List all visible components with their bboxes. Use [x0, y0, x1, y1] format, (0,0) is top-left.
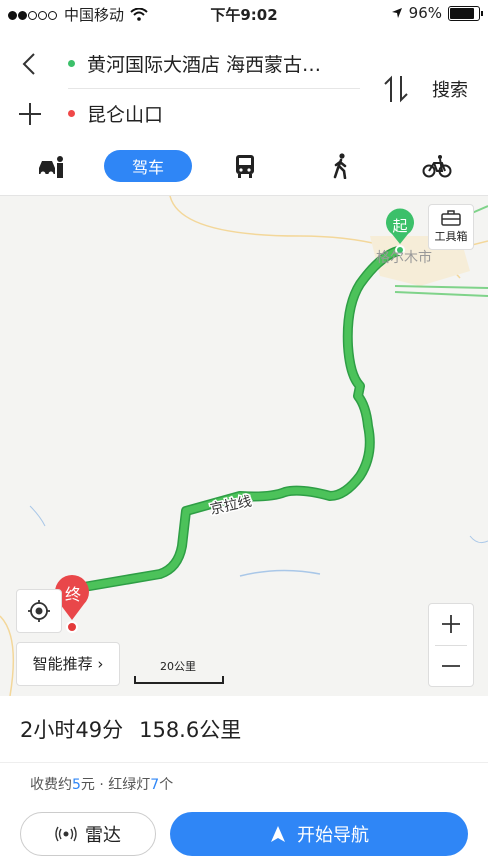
zoom-in-icon[interactable] [429, 604, 473, 644]
back-icon[interactable] [18, 52, 42, 76]
map-scale: 20公里 [134, 658, 224, 686]
chevron-right-icon: › [97, 655, 104, 673]
bus-icon [236, 155, 254, 178]
taxi-icon [39, 156, 63, 178]
locate-button[interactable] [16, 589, 62, 633]
lights-value: 7 [150, 777, 160, 793]
radar-label: 雷达 [85, 825, 121, 846]
map-canvas: 起 终 格尔木市 京拉线 [0, 196, 488, 696]
travel-mode-tabs: 驾车 [0, 144, 488, 192]
road-label: 京拉线 [209, 494, 253, 518]
end-dot-icon [68, 110, 75, 117]
end-marker-label: 终 [65, 585, 81, 604]
end-point-field[interactable]: 昆仑山口 [68, 100, 163, 127]
scale-bar [134, 676, 224, 684]
search-button[interactable]: 搜索 [432, 76, 468, 102]
toolbox-icon [441, 210, 461, 226]
route-info: 2小时49分 158.6公里 [20, 714, 241, 744]
toolbox-label: 工具箱 [434, 230, 468, 243]
fee-unit: 元 [80, 777, 95, 793]
start-point-field[interactable]: 黄河国际大酒店 海西蒙古… [68, 50, 321, 77]
smart-recommend-button[interactable]: 智能推荐 › [16, 642, 120, 686]
drive-mode-tab[interactable]: 驾车 [104, 150, 192, 182]
radar-icon [55, 826, 77, 842]
walk-icon [333, 153, 347, 179]
battery-icon [448, 5, 483, 21]
zoom-out-icon[interactable] [429, 646, 473, 686]
location-arrow-icon [391, 8, 402, 18]
city-label: 格尔木市 [376, 249, 432, 266]
add-waypoint-icon[interactable] [16, 100, 44, 128]
start-dot-icon [68, 60, 75, 67]
lights-prefix: 红绿灯 [108, 777, 151, 793]
start-navigation-button[interactable]: 开始导航 [170, 812, 468, 856]
route-summary-panel: 2小时49分 158.6公里 收费约5元 · 红绿灯7个 雷达 开始导航 [0, 696, 488, 868]
fee-value: 5 [72, 777, 81, 793]
radar-button[interactable]: 雷达 [20, 812, 156, 856]
toolbox-button[interactable]: 工具箱 [428, 204, 474, 250]
scale-label: 20公里 [160, 660, 196, 673]
end-point-text: 昆仑山口 [87, 104, 164, 126]
fee-info: 收费约5元 · 红绿灯7个 [30, 774, 173, 794]
navigation-arrow-icon [271, 826, 285, 842]
fee-prefix: 收费约 [30, 777, 72, 793]
status-bar: 中国移动 下午9:02 96% [0, 0, 488, 28]
divider [0, 762, 488, 763]
duration: 2小时49分 [20, 718, 124, 742]
start-point-text: 黄河国际大酒店 海西蒙古… [87, 54, 322, 76]
distance: 158.6公里 [139, 718, 242, 742]
battery-percent: 96% [408, 4, 442, 22]
locate-icon [28, 600, 50, 622]
taxi-mode-tab[interactable] [36, 150, 66, 182]
swap-icon[interactable] [382, 74, 410, 104]
zoom-control [428, 603, 474, 687]
route-line [68, 247, 402, 593]
smart-recommend-label: 智能推荐 [32, 655, 93, 673]
lights-unit: 个 [159, 777, 174, 793]
bike-mode-tab[interactable] [420, 150, 454, 182]
start-marker-label: 起 [392, 217, 407, 235]
walk-mode-tab[interactable] [326, 150, 356, 182]
divider [68, 88, 360, 89]
map-view[interactable]: 起 终 格尔木市 京拉线 工具箱 智能推荐 › 20公里 [0, 195, 488, 696]
bus-mode-tab[interactable] [230, 150, 260, 182]
separator: · [94, 777, 109, 793]
bike-icon [422, 155, 452, 178]
route-input-panel: 黄河国际大酒店 海西蒙古… 昆仑山口 搜索 [0, 44, 488, 142]
start-navigation-label: 开始导航 [297, 825, 369, 846]
